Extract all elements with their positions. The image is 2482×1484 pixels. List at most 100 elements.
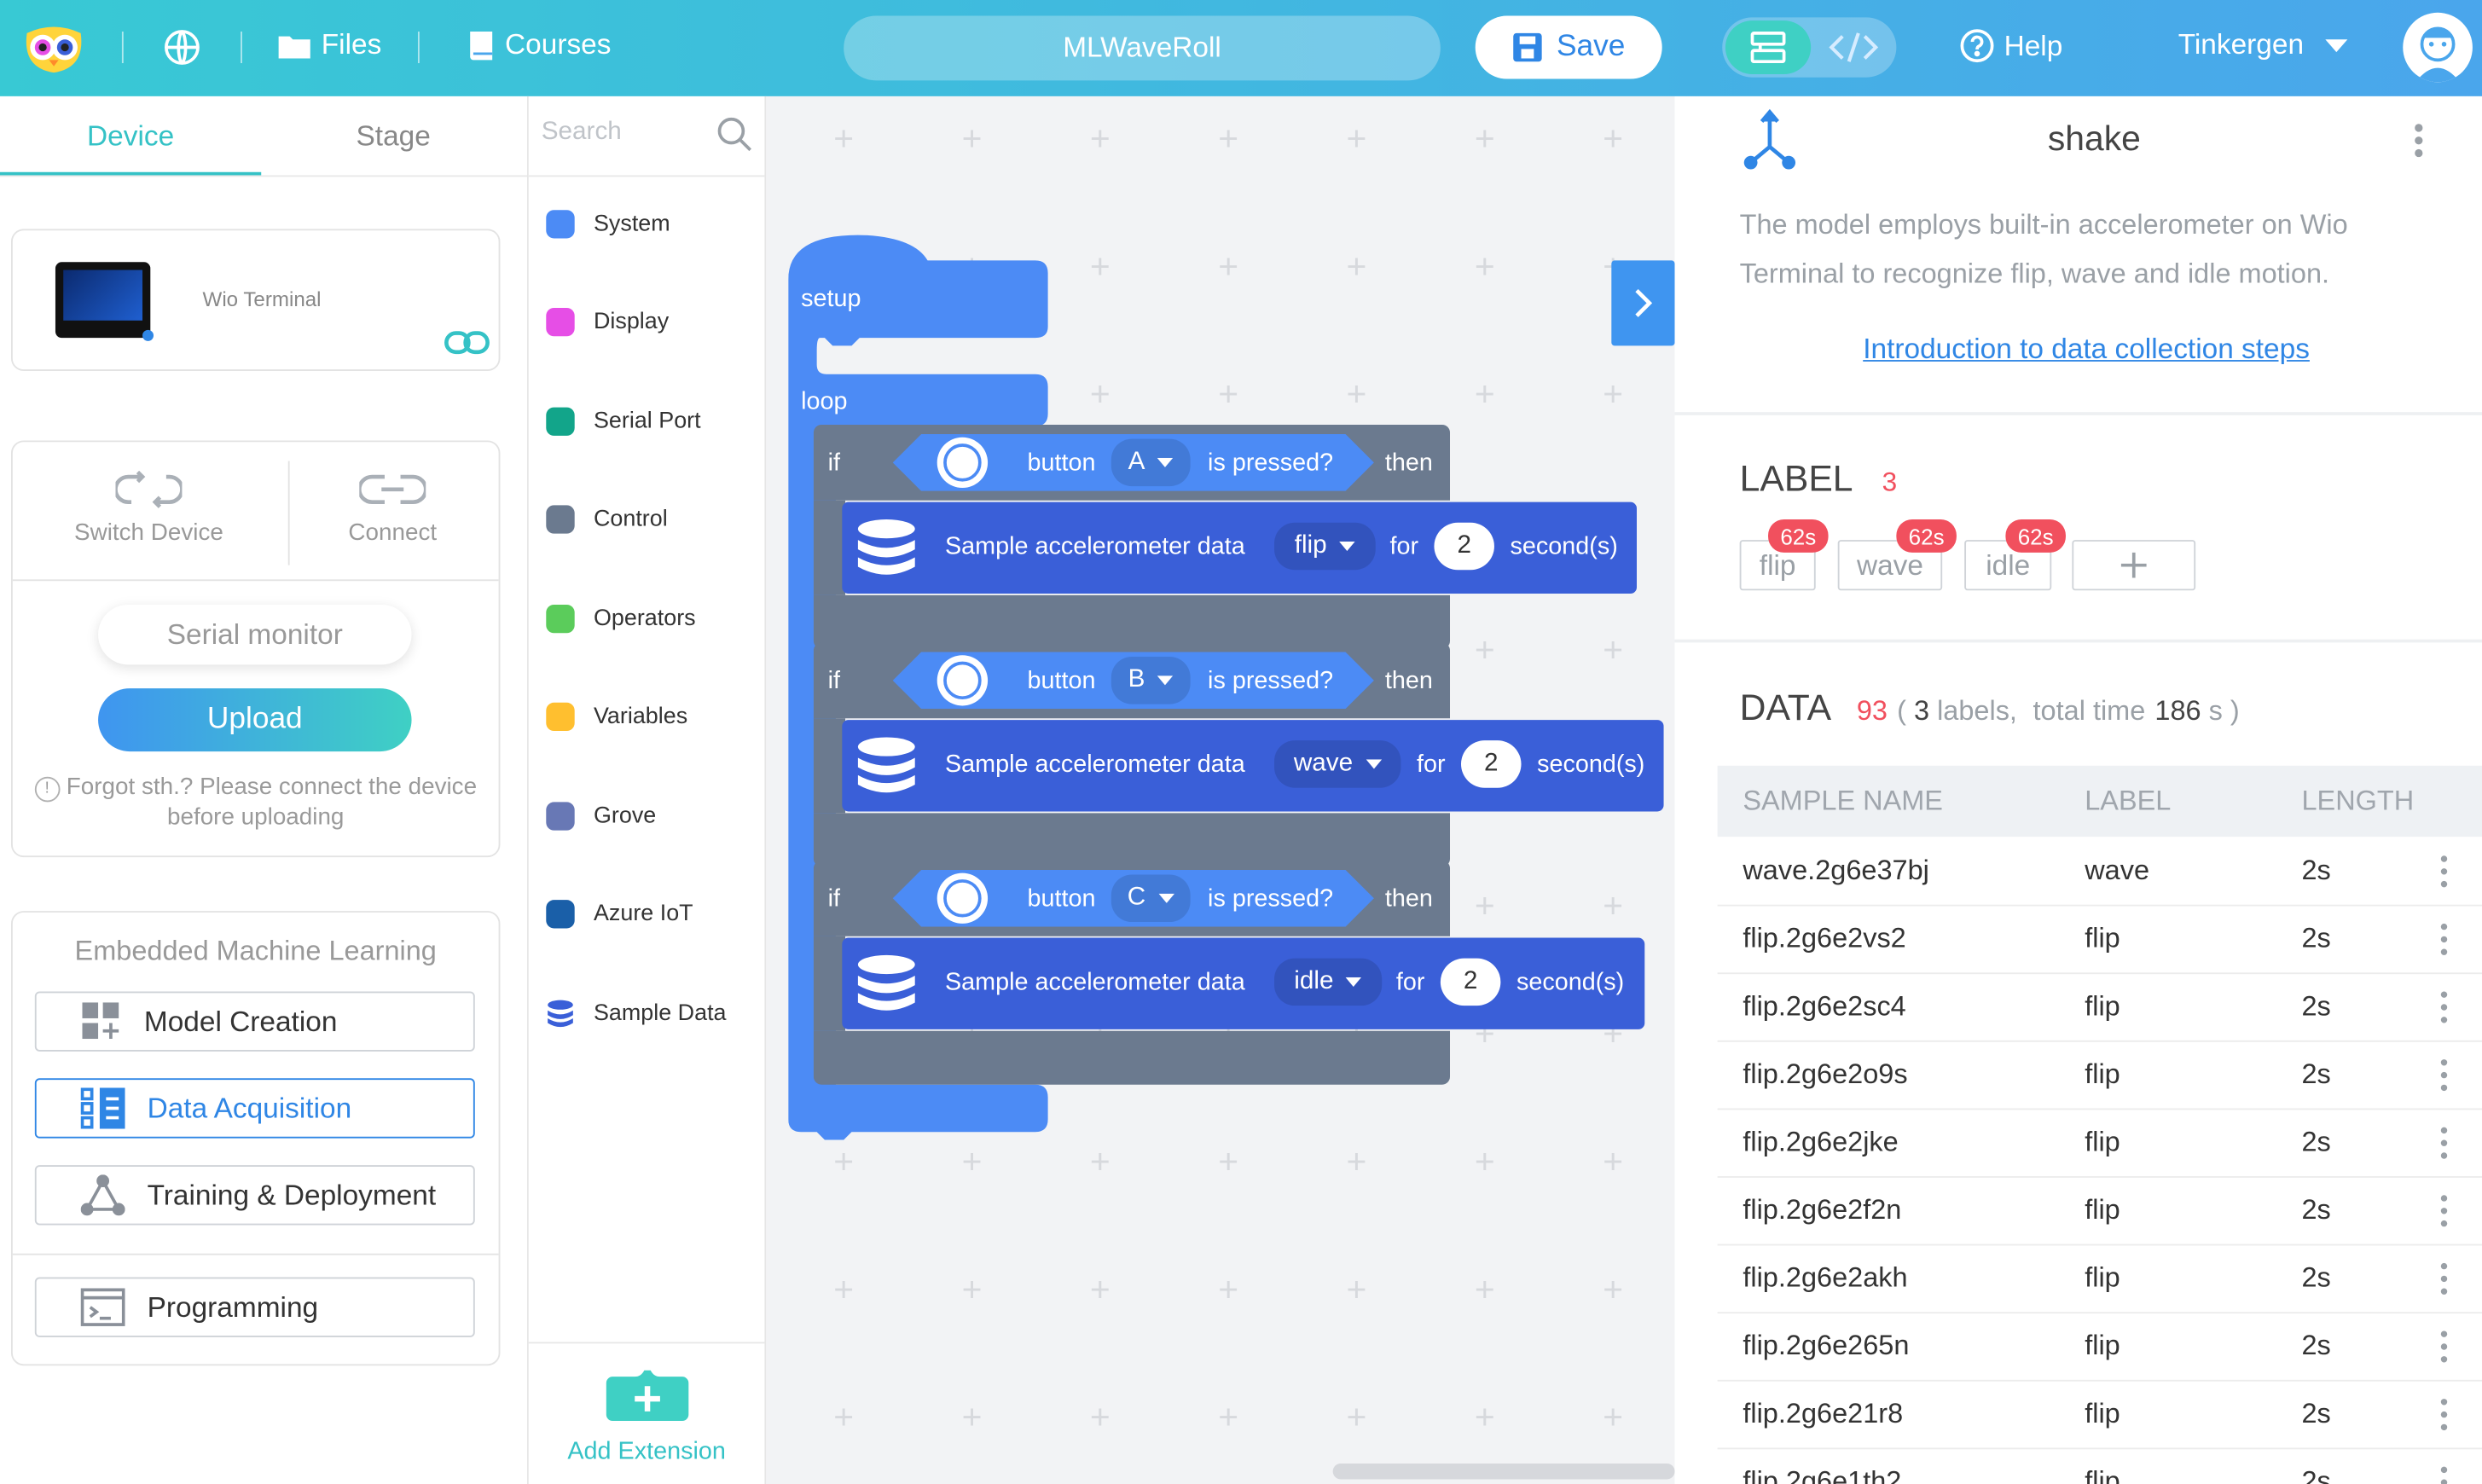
table-row[interactable]: flip.2g6e21r8 flip 2s <box>1717 1380 2482 1450</box>
model-creation-button[interactable]: Model Creation <box>34 991 475 1052</box>
help-menu[interactable]: Help <box>1960 28 2062 63</box>
grid-plus-mark: + <box>1089 1141 1111 1181</box>
block-workspace[interactable]: + + + + + + + + + + + + + + + + + + + + + + + + + + + + + + + + + + + + + + + +… <box>766 96 1675 1484</box>
table-row[interactable]: flip.2g6e2sc4 flip 2s <box>1717 972 2482 1042</box>
category-control[interactable]: Control <box>546 505 668 534</box>
table-row[interactable]: flip.2g6e265n flip 2s <box>1717 1312 2482 1382</box>
table-row[interactable]: flip.2g6e2f2n flip 2s <box>1717 1176 2482 1246</box>
row-menu-icon[interactable] <box>2440 1398 2448 1430</box>
category-variables[interactable]: Variables <box>546 702 687 732</box>
sample-data-block[interactable]: Sample accelerometer data wave for 2 sec… <box>842 720 1664 812</box>
user-menu[interactable]: Tinkergen <box>2178 28 2352 61</box>
category-operators[interactable]: Operators <box>546 604 696 634</box>
divider <box>241 32 242 64</box>
label-dropdown[interactable]: wave <box>1273 740 1401 788</box>
owl-logo[interactable] <box>22 20 85 74</box>
tab-device[interactable]: Device <box>0 96 261 176</box>
add-extension-label: Add Extension <box>567 1438 726 1465</box>
table-row[interactable]: flip.2g6e2vs2 flip 2s <box>1717 905 2482 975</box>
grid-plus-mark: + <box>1474 118 1495 159</box>
table-row[interactable]: flip.2g6e1th2 flip 2s <box>1718 1447 2482 1484</box>
divider <box>417 32 420 64</box>
sample-data-block[interactable]: Sample accelerometer data flip for 2 sec… <box>842 501 1638 594</box>
sample-data-block[interactable]: Sample accelerometer data idle for 2 sec… <box>842 937 1645 1029</box>
row-menu-icon[interactable] <box>2440 855 2448 887</box>
data-acquisition-button[interactable]: Data Acquisition <box>34 1078 475 1139</box>
category-grove[interactable]: Grove <box>546 802 656 831</box>
intro-link[interactable]: Introduction to data collection steps <box>1675 333 2482 367</box>
category-display[interactable]: Display <box>546 307 670 337</box>
table-row[interactable]: wave.2g6e37bj wave 2s <box>1717 837 2482 907</box>
project-name-field[interactable]: MLWaveRoll <box>844 15 1441 81</box>
label-value: flip <box>1294 531 1327 559</box>
avatar[interactable] <box>2403 12 2473 83</box>
category-serial-port[interactable]: Serial Port <box>546 407 701 436</box>
add-extension-button[interactable]: Add Extension <box>529 1367 765 1467</box>
button-label: button <box>1027 449 1096 478</box>
table-row[interactable]: flip.2g6e2akh flip 2s <box>1717 1244 2482 1314</box>
row-menu-icon[interactable] <box>2440 1126 2448 1158</box>
seconds-input[interactable]: 2 <box>1434 522 1494 571</box>
category-sample-data[interactable]: Sample Data <box>546 1000 727 1028</box>
category-label: Display <box>593 309 670 335</box>
link-icon[interactable] <box>444 328 491 357</box>
horizontal-scrollbar[interactable] <box>1332 1463 1675 1480</box>
seconds-input[interactable]: 2 <box>1440 958 1501 1006</box>
database-icon <box>548 1000 573 1028</box>
button-icon <box>937 655 989 706</box>
seconds-input[interactable]: 2 <box>1460 740 1522 788</box>
row-menu-icon[interactable] <box>2440 1058 2448 1091</box>
button-key-dropdown[interactable]: A <box>1111 438 1191 487</box>
category-color-dot <box>546 210 575 239</box>
grid-plus-mark: + <box>1474 374 1495 414</box>
upload-button[interactable]: Upload <box>98 688 412 752</box>
code-mode-icon[interactable] <box>1829 28 1879 66</box>
table-row[interactable]: flip.2g6e2jke flip 2s <box>1717 1108 2482 1178</box>
left-panel: Device Stage Wio Terminal Switch Device … <box>0 96 529 1484</box>
row-menu-icon[interactable] <box>2440 990 2448 1023</box>
more-options-icon[interactable] <box>2414 122 2423 159</box>
row-menu-icon[interactable] <box>2440 1330 2448 1362</box>
sample-name-cell: flip.2g6e2o9s <box>1743 1058 1908 1090</box>
row-menu-icon[interactable] <box>2440 1465 2448 1484</box>
connect-button[interactable]: Connect <box>301 471 484 550</box>
grid-plus-mark: + <box>1603 1397 1624 1437</box>
grid-plus-mark: + <box>1603 629 1624 670</box>
globe-icon[interactable] <box>163 28 201 66</box>
sample-name-cell: flip.2g6e1th2 <box>1743 1464 1902 1484</box>
if-label: if <box>827 668 841 695</box>
row-menu-icon[interactable] <box>2440 922 2448 954</box>
sample-name-cell: flip.2g6e2vs2 <box>1743 922 1906 954</box>
button-key-dropdown[interactable]: C <box>1111 874 1191 923</box>
divider <box>12 1253 499 1255</box>
add-label-button[interactable] <box>2072 540 2196 591</box>
row-menu-icon[interactable] <box>2440 1194 2448 1226</box>
device-card[interactable]: Wio Terminal <box>10 229 501 372</box>
sample-label: Sample accelerometer data <box>944 969 1245 997</box>
for-label: for <box>1417 751 1446 779</box>
length-cell: 2s <box>2301 1125 2331 1157</box>
grid-plus-mark: + <box>1474 1269 1495 1309</box>
category-azure-iot[interactable]: Azure IoT <box>546 900 693 929</box>
tab-stage[interactable]: Stage <box>263 96 524 176</box>
label-dropdown[interactable]: idle <box>1273 958 1383 1006</box>
label-dropdown[interactable]: flip <box>1273 522 1376 571</box>
switch-device-button[interactable]: Switch Device <box>44 470 253 550</box>
plus-icon <box>2120 552 2147 578</box>
category-system[interactable]: System <box>546 210 670 239</box>
courses-menu[interactable]: Courses <box>467 28 611 61</box>
training-deployment-button[interactable]: Training & Deployment <box>34 1165 475 1226</box>
search-input[interactable]: Search <box>542 119 622 147</box>
blocks-mode-icon[interactable] <box>1725 20 1812 75</box>
serial-monitor-button[interactable]: Serial monitor <box>98 604 412 665</box>
sample-name-cell: flip.2g6e2f2n <box>1743 1193 1902 1226</box>
search-icon[interactable] <box>716 115 754 153</box>
programming-button[interactable]: Programming <box>34 1277 475 1337</box>
files-menu[interactable]: Files <box>277 28 381 61</box>
label-cell: flip <box>2085 1261 2120 1294</box>
collapse-panel-button[interactable] <box>1611 260 1675 346</box>
save-button[interactable]: Save <box>1475 15 1662 79</box>
row-menu-icon[interactable] <box>2440 1261 2448 1294</box>
button-key-dropdown[interactable]: B <box>1111 657 1191 704</box>
table-row[interactable]: flip.2g6e2o9s flip 2s <box>1717 1041 2482 1110</box>
